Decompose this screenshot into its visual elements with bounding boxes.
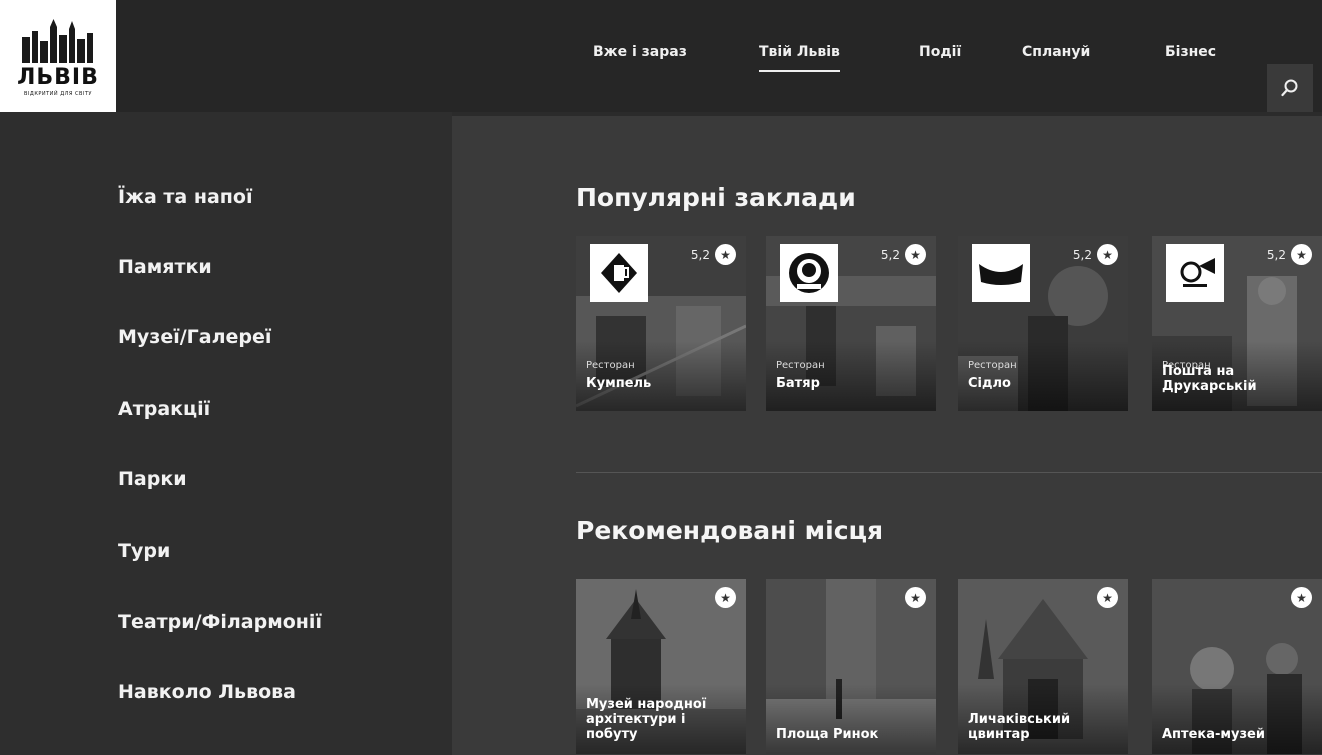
rating-value: 5,2 [690, 248, 710, 262]
sidebar [0, 112, 452, 755]
nav-item-biznes[interactable]: Бізнес [1165, 44, 1216, 60]
post-horn-icon [1180, 258, 1215, 287]
nav-item-splanuy[interactable]: Сплануй [1022, 44, 1090, 60]
portrait-icon [789, 253, 829, 293]
sidebar-item-food[interactable]: Їжа та напої [118, 186, 253, 208]
place-card[interactable]: ★ Личаківський цвинтар [958, 579, 1128, 754]
place-card[interactable]: ★ Аптека-музей [1152, 579, 1322, 754]
rating-value: 5,2 [880, 248, 900, 262]
place-name: Кумпель [586, 376, 652, 391]
saddle-logo [972, 244, 1030, 302]
logo-subtitle: ВІДКРИТИЙ ДЛЯ СВІТУ [24, 91, 92, 97]
place-name: Сідло [968, 376, 1011, 391]
rating-value: 5,2 [1266, 248, 1286, 262]
place-name: Музей народної архітектури і побуту [586, 697, 707, 742]
place-name: Пошта на Друкарській [1162, 364, 1257, 394]
place-card[interactable]: 5,2 ★ Ресторан Кумпель [576, 236, 746, 411]
sidebar-item-theatres[interactable]: Театри/Філармонії [118, 611, 322, 633]
favorite-star-icon[interactable]: ★ [1291, 244, 1312, 265]
sidebar-item-museums[interactable]: Музеї/Галереї [118, 326, 271, 348]
favorite-star-icon[interactable]: ★ [905, 244, 926, 265]
place-card[interactable]: 5,2 ★ Ресторан Пошта на Друкарській [1152, 236, 1322, 411]
beer-glass-logo [590, 244, 648, 302]
favorite-star-icon[interactable]: ★ [715, 244, 736, 265]
sidebar-item-attractions[interactable]: Атракції [118, 398, 210, 420]
nav-item-vzhe-i-zaraz[interactable]: Вже і зараз [593, 44, 687, 60]
favorite-star-icon[interactable]: ★ [1097, 244, 1118, 265]
place-type: Ресторан [968, 360, 1017, 371]
saddle-icon [979, 264, 1023, 285]
place-card[interactable]: ★ Площа Ринок [766, 579, 936, 754]
place-card[interactable]: 5,2 ★ Ресторан Батяр [766, 236, 936, 411]
beer-glass-icon [601, 253, 637, 293]
logo[interactable]: ЛЬВІВ ВІДКРИТИЙ ДЛЯ СВІТУ [0, 0, 116, 116]
favorite-star-icon[interactable]: ★ [1291, 587, 1312, 608]
logo-title: ЛЬВІВ [17, 65, 99, 90]
place-type: Ресторан [586, 360, 635, 371]
place-type: Ресторан [776, 360, 825, 371]
search-button[interactable] [1267, 64, 1313, 112]
portrait-logo [780, 244, 838, 302]
favorite-star-icon[interactable]: ★ [1097, 587, 1118, 608]
nav-item-podii[interactable]: Події [919, 44, 961, 60]
sidebar-item-monuments[interactable]: Памятки [118, 256, 212, 278]
sidebar-item-parks[interactable]: Парки [118, 468, 187, 490]
sidebar-item-tours[interactable]: Тури [118, 540, 170, 562]
place-name: Личаківський цвинтар [968, 712, 1071, 742]
place-name: Аптека-музей [1162, 727, 1265, 742]
city-skyline-icon [22, 19, 93, 63]
rating-value: 5,2 [1072, 248, 1092, 262]
nav-item-tviy-lviv[interactable]: Твій Львів [759, 44, 840, 72]
section-divider [576, 472, 1322, 473]
place-name: Батяр [776, 376, 820, 391]
sidebar-item-around-lviv[interactable]: Навколо Львова [118, 681, 296, 703]
section-title-popular: Популярні заклади [576, 183, 856, 212]
search-icon [1281, 79, 1298, 97]
place-card[interactable]: ★ Музей народної архітектури і побуту [576, 579, 746, 754]
favorite-star-icon[interactable]: ★ [905, 587, 926, 608]
favorite-star-icon[interactable]: ★ [715, 587, 736, 608]
section-title-recommended: Рекомендовані місця [576, 516, 884, 545]
place-name: Площа Ринок [776, 727, 879, 742]
place-card[interactable]: 5,2 ★ Ресторан Сідло [958, 236, 1128, 411]
post-horn-logo [1166, 244, 1224, 302]
